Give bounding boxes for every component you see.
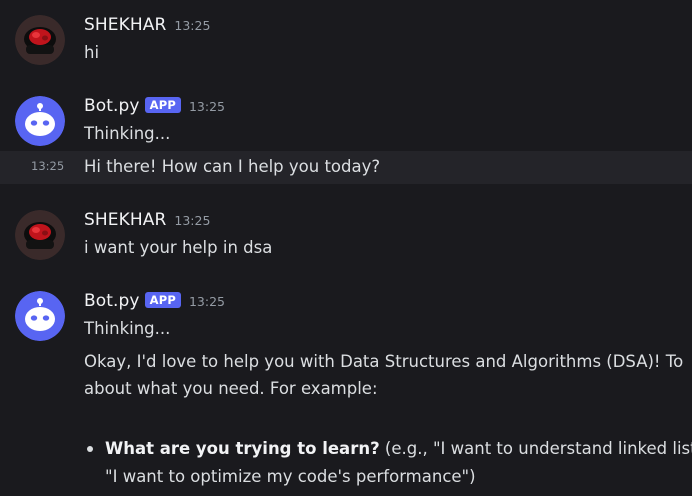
username[interactable]: SHEKHAR (84, 15, 166, 35)
user-avatar-icon[interactable] (15, 210, 65, 260)
bullet-text-line: "I want to optimize my code's performanc… (105, 467, 476, 486)
bullet-text-line: What are you trying to learn? (e.g., "I … (105, 438, 692, 460)
message-header: Bot.py APP 13:25 (84, 96, 225, 116)
message-text: Thinking... (84, 319, 171, 338)
message-text: i want your help in dsa (84, 238, 273, 257)
bullet-bold-text: What are you trying to learn? (105, 439, 380, 458)
bullet-text: (e.g., "I want to understand linked list… (379, 439, 692, 458)
username[interactable]: Bot.py (84, 96, 140, 116)
app-badge: APP (144, 292, 181, 308)
message-timestamp[interactable]: 13:25 (189, 99, 225, 114)
bot-avatar-icon[interactable] (15, 291, 65, 341)
app-badge: APP (144, 97, 181, 113)
message-header: Bot.py APP 13:25 (84, 291, 225, 311)
chat-messages: SHEKHAR 13:25 hi Bot.py APP 13:25 Thinki… (0, 0, 692, 496)
message-text: Okay, I'd love to help you with Data Str… (84, 352, 684, 371)
message-header: SHEKHAR 13:25 (84, 210, 210, 230)
bullet-point (87, 446, 93, 452)
message-header: SHEKHAR 13:25 (84, 15, 210, 35)
message-text: hi (84, 43, 100, 62)
bot-avatar-icon[interactable] (15, 96, 65, 146)
side-timestamp[interactable]: 13:25 (31, 159, 64, 173)
message-timestamp[interactable]: 13:25 (174, 18, 210, 33)
message-text: about what you need. For example: (84, 379, 378, 398)
message-text: Hi there! How can I help you today? (84, 157, 381, 176)
user-avatar-icon[interactable] (15, 15, 65, 65)
message-timestamp[interactable]: 13:25 (189, 294, 225, 309)
message-timestamp[interactable]: 13:25 (174, 213, 210, 228)
message-text: Thinking... (84, 124, 171, 143)
username[interactable]: Bot.py (84, 291, 140, 311)
username[interactable]: SHEKHAR (84, 210, 166, 230)
